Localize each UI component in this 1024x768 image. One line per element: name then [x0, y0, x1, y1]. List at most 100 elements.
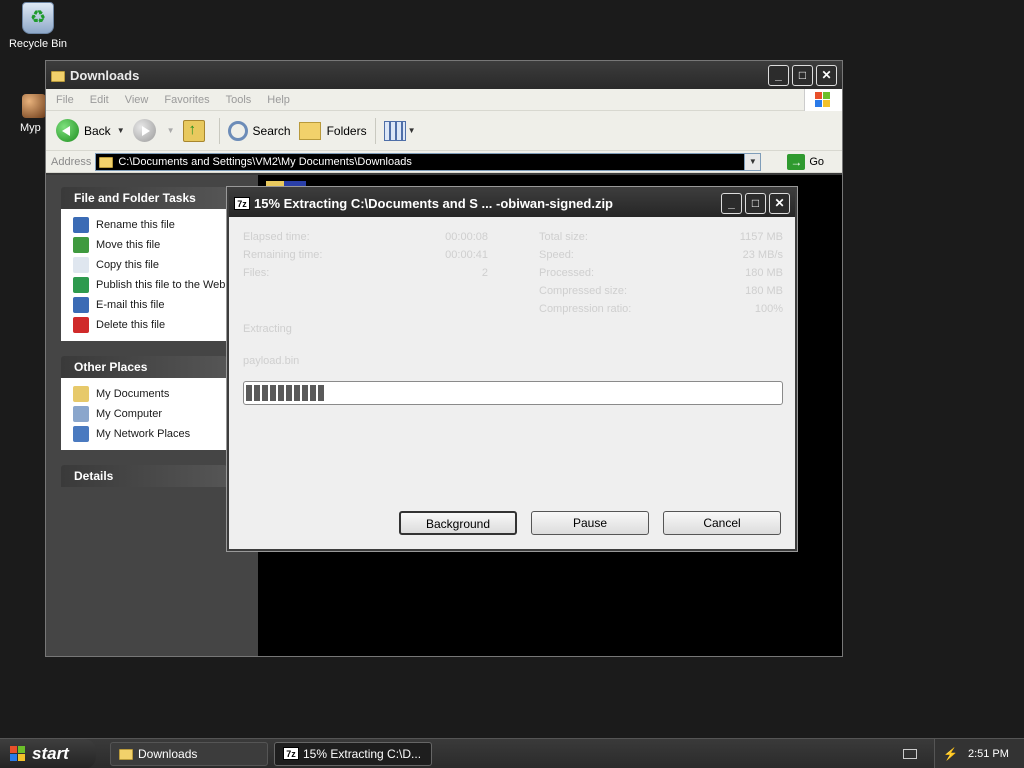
background-button[interactable]: Background	[399, 511, 517, 535]
stat-label: Files:	[243, 267, 270, 279]
address-input[interactable]: C:\Documents and Settings\VM2\My Documen…	[95, 152, 762, 171]
progress-fill	[246, 385, 327, 401]
cancel-button[interactable]: Cancel	[663, 511, 781, 535]
task-link[interactable]: Move this file	[73, 235, 227, 255]
task-link[interactable]: Copy this file	[73, 255, 227, 275]
search-icon	[227, 120, 248, 141]
file-folder-tasks-header[interactable]: File and Folder Tasks	[61, 187, 227, 209]
toolbar-separator	[218, 117, 220, 144]
stat-value: 2	[481, 267, 488, 279]
stat-label: Compressed size:	[539, 285, 628, 297]
current-file-label: payload.bin	[243, 355, 300, 367]
other-places-header[interactable]: Other Places	[61, 356, 227, 378]
standard-toolbar: Back ▼ ▼ Search Folders ▼	[46, 111, 842, 151]
folder-icon	[51, 70, 65, 82]
task-link-label: Copy this file	[96, 259, 159, 271]
explorer-title: Downloads	[70, 67, 140, 83]
minimize-button[interactable]: _	[721, 192, 742, 214]
task-link[interactable]: Publish this file to the Web	[73, 275, 227, 295]
task-link[interactable]: My Documents	[73, 384, 227, 404]
stat-row: Remaining time: 00:00:41	[243, 249, 488, 267]
task-link[interactable]: Delete this file	[73, 315, 227, 335]
task-link[interactable]: My Network Places	[73, 424, 227, 444]
stat-value: 00:00:41	[445, 249, 488, 261]
recycle-bin-icon	[22, 2, 54, 34]
taskbar-item-label: 15% Extracting C:\D...	[303, 746, 422, 761]
search-button[interactable]: Search	[227, 120, 291, 141]
task-link-label: My Network Places	[96, 428, 191, 440]
move-icon	[73, 237, 89, 253]
explorer-titlebar[interactable]: Downloads _ □ ✕	[46, 61, 842, 89]
stat-label: Elapsed time:	[243, 231, 310, 243]
my-computer-icon	[73, 406, 89, 422]
folders-button[interactable]: Folders	[298, 121, 367, 140]
taskbar-item-label: Downloads	[138, 746, 198, 761]
chevron-down-icon[interactable]: ▼	[408, 126, 416, 135]
dialog-titlebar[interactable]: 7z 15% Extracting C:\Documents and S ...…	[229, 189, 795, 217]
up-folder-icon	[182, 119, 205, 142]
menu-view[interactable]: View	[125, 94, 149, 106]
views-button[interactable]: ▼	[383, 120, 416, 141]
extraction-dialog: 7z 15% Extracting C:\Documents and S ...…	[227, 187, 797, 551]
chevron-down-icon[interactable]: ▼	[117, 126, 125, 135]
task-link-label: Delete this file	[96, 319, 166, 331]
clock[interactable]: 2:51 PM	[968, 748, 1009, 760]
start-button[interactable]: start	[0, 738, 96, 768]
menu-file[interactable]: File	[56, 94, 74, 106]
taskbar-item-downloads[interactable]: Downloads	[110, 741, 268, 766]
maximize-button[interactable]: □	[745, 192, 766, 214]
details-header[interactable]: Details	[61, 465, 227, 487]
menu-help[interactable]: Help	[267, 94, 290, 106]
task-link-label: My Computer	[96, 408, 163, 420]
menu-tools[interactable]: Tools	[226, 94, 252, 106]
address-bar: Address C:\Documents and Settings\VM2\My…	[46, 151, 842, 173]
network-icon[interactable]: ⚡	[943, 747, 958, 761]
task-link[interactable]: E-mail this file	[73, 295, 227, 315]
windows-logo-icon	[804, 89, 842, 111]
chevron-down-icon[interactable]: ▼	[167, 126, 175, 135]
task-link[interactable]: My Computer	[73, 404, 227, 424]
maximize-button[interactable]: □	[792, 64, 813, 86]
7zip-icon: 7z	[234, 196, 250, 210]
program-icon	[22, 94, 46, 118]
minimize-button[interactable]: _	[768, 64, 789, 86]
stat-value: 180 MB	[745, 285, 783, 297]
task-link-label: My Documents	[96, 388, 170, 400]
go-arrow-icon: →	[787, 153, 806, 170]
keyboard-icon[interactable]	[903, 749, 917, 759]
address-label: Address	[51, 155, 92, 168]
stat-value: 180 MB	[745, 267, 783, 279]
up-folder-button[interactable]	[182, 119, 211, 142]
rename-icon	[73, 217, 89, 233]
pause-button[interactable]: Pause	[531, 511, 649, 535]
stat-row: Speed: 23 MB/s	[539, 249, 783, 267]
taskbar-item-extracting[interactable]: 7z 15% Extracting C:\D...	[274, 741, 432, 766]
7zip-icon: 7z	[283, 747, 299, 760]
forward-arrow-icon	[132, 119, 156, 142]
menu-edit[interactable]: Edit	[90, 94, 109, 106]
address-value: C:\Documents and Settings\VM2\My Documen…	[118, 155, 412, 168]
file-folder-tasks-panel: File and Folder Tasks Rename this file Mo…	[61, 187, 227, 341]
close-button[interactable]: ✕	[816, 64, 837, 86]
close-button[interactable]: ✕	[769, 192, 790, 214]
stat-row: Compressed size: 180 MB	[539, 285, 783, 303]
task-link-label: Publish this file to the Web	[96, 279, 226, 291]
folders-label: Folders	[326, 123, 367, 138]
go-button[interactable]: → Go	[787, 153, 825, 170]
globe-icon	[73, 277, 89, 293]
recycle-bin-desktop-icon[interactable]: Recycle Bin	[3, 2, 73, 50]
details-panel: Details	[61, 465, 227, 487]
menu-bar: File Edit View Favorites Tools Help	[46, 89, 842, 111]
task-link[interactable]: Rename this file	[73, 215, 227, 235]
back-label: Back	[84, 123, 111, 138]
start-label: start	[32, 743, 69, 763]
address-dropdown-button[interactable]: ▼	[744, 152, 762, 171]
stat-label: Remaining time:	[243, 249, 323, 261]
back-button[interactable]: Back ▼	[56, 119, 125, 142]
dialog-title: 15% Extracting C:\Documents and S ... -o…	[254, 195, 613, 211]
go-label: Go	[809, 155, 825, 168]
menu-favorites[interactable]: Favorites	[164, 94, 209, 106]
forward-button[interactable]: ▼	[132, 119, 175, 142]
stat-row: Processed: 180 MB	[539, 267, 783, 285]
windows-logo-icon	[10, 745, 26, 762]
